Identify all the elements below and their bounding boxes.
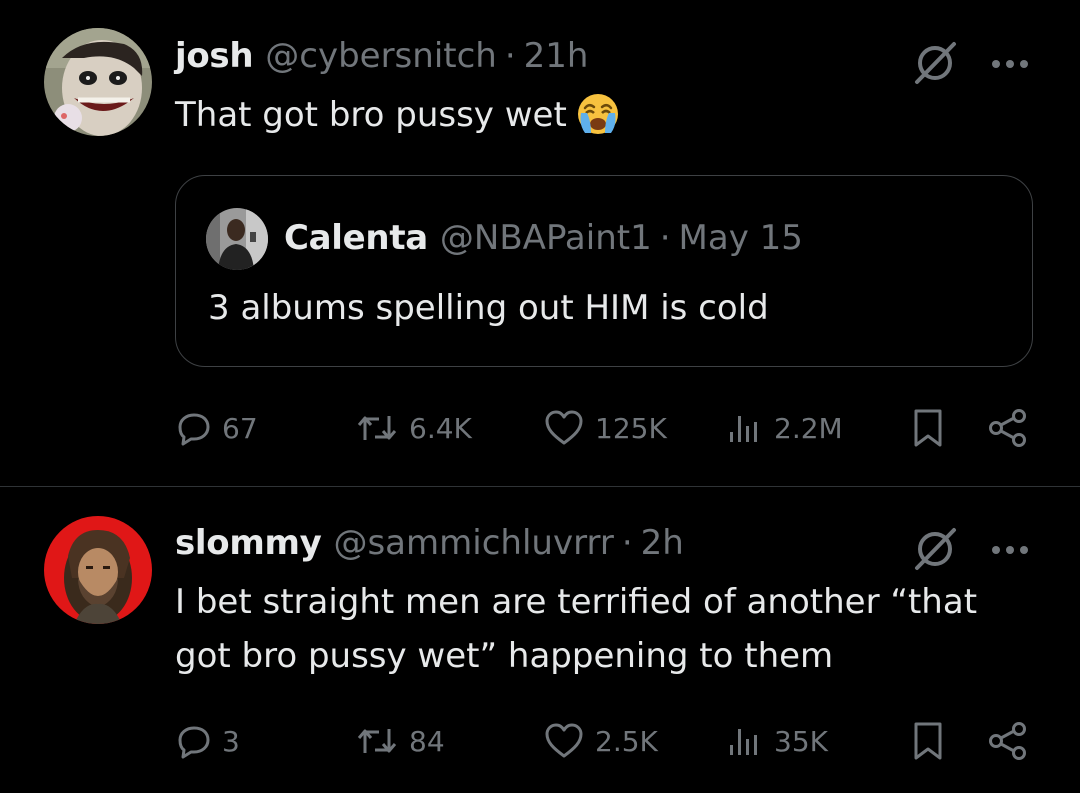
bookmark-button[interactable]	[908, 717, 948, 765]
loudly-crying-face-icon	[575, 91, 621, 137]
repost-button[interactable]: 6.4K	[355, 404, 472, 452]
reply-icon	[178, 726, 210, 759]
separator-dot: ·	[659, 218, 671, 258]
view-count: 2.2M	[774, 411, 843, 445]
reply-count: 3	[222, 724, 240, 758]
author-handle[interactable]: @sammichluvrrr	[333, 523, 613, 563]
quote-author-handle[interactable]: @NBAPaint1	[440, 216, 652, 260]
bookmark-icon	[914, 409, 942, 447]
quoted-post[interactable]: Calenta @NBAPaint1 · May 15 3 albums spe…	[175, 175, 1033, 367]
action-bar: 67 6.4K 125K 2.2M	[0, 404, 1080, 452]
grok-icon[interactable]	[912, 40, 958, 90]
like-button[interactable]: 125K	[543, 404, 667, 452]
share-button[interactable]	[986, 717, 1030, 765]
timeline: josh @cybersnitch · 21h That got bro pus…	[0, 0, 1080, 793]
share-icon	[989, 722, 1026, 760]
share-icon	[989, 409, 1026, 447]
author-name[interactable]: josh	[175, 36, 254, 76]
post-time[interactable]: 2h	[641, 523, 684, 563]
repost-button[interactable]: 84	[355, 717, 445, 765]
share-button[interactable]	[986, 404, 1030, 452]
separator-dot: ·	[621, 523, 633, 563]
reply-button[interactable]: 67	[176, 404, 258, 452]
bookmark-icon	[914, 722, 942, 760]
views-icon	[730, 729, 757, 755]
like-icon	[545, 410, 583, 445]
post-time[interactable]: 21h	[524, 36, 589, 76]
like-button[interactable]: 2.5K	[543, 717, 658, 765]
quote-time[interactable]: May 15	[679, 216, 803, 260]
like-icon	[545, 723, 583, 758]
views-button[interactable]: 2.2M	[724, 404, 843, 452]
repost-count: 84	[409, 724, 445, 758]
action-bar: 3 84 2.5K 35K	[0, 717, 1080, 765]
avatar[interactable]	[44, 516, 152, 624]
post[interactable]: josh @cybersnitch · 21h That got bro pus…	[0, 0, 1080, 487]
reply-icon	[178, 413, 210, 446]
grok-icon[interactable]	[912, 526, 958, 576]
post-header: josh @cybersnitch · 21h	[175, 36, 588, 76]
reply-button[interactable]: 3	[176, 717, 240, 765]
views-button[interactable]: 35K	[724, 717, 828, 765]
repost-icon	[357, 729, 397, 753]
more-icon[interactable]	[990, 44, 1030, 88]
like-count: 2.5K	[595, 724, 658, 758]
post-text: That got bro pussy wet	[175, 88, 1035, 142]
repost-icon	[357, 416, 397, 440]
repost-count: 6.4K	[409, 411, 472, 445]
reply-count: 67	[222, 411, 258, 445]
quote-text: 3 albums spelling out HIM is cold	[208, 288, 769, 328]
separator-dot: ·	[504, 36, 516, 76]
more-icon[interactable]	[990, 530, 1030, 574]
quote-header: Calenta @NBAPaint1 · May 15	[284, 216, 803, 260]
post-text-content: That got bro pussy wet	[175, 95, 567, 135]
author-handle[interactable]: @cybersnitch	[265, 36, 497, 76]
like-count: 125K	[595, 411, 667, 445]
views-icon	[730, 416, 757, 442]
view-count: 35K	[774, 724, 828, 758]
bookmark-button[interactable]	[908, 404, 948, 452]
author-name[interactable]: slommy	[175, 523, 322, 563]
avatar[interactable]	[206, 208, 268, 270]
avatar[interactable]	[44, 28, 152, 136]
divider	[0, 486, 1080, 487]
post[interactable]: slommy @sammichluvrrr · 2h I bet straigh…	[0, 488, 1080, 793]
post-header: slommy @sammichluvrrr · 2h	[175, 523, 684, 563]
quote-author-name[interactable]: Calenta	[284, 216, 428, 260]
post-text: I bet straight men are terrified of anot…	[175, 582, 978, 676]
